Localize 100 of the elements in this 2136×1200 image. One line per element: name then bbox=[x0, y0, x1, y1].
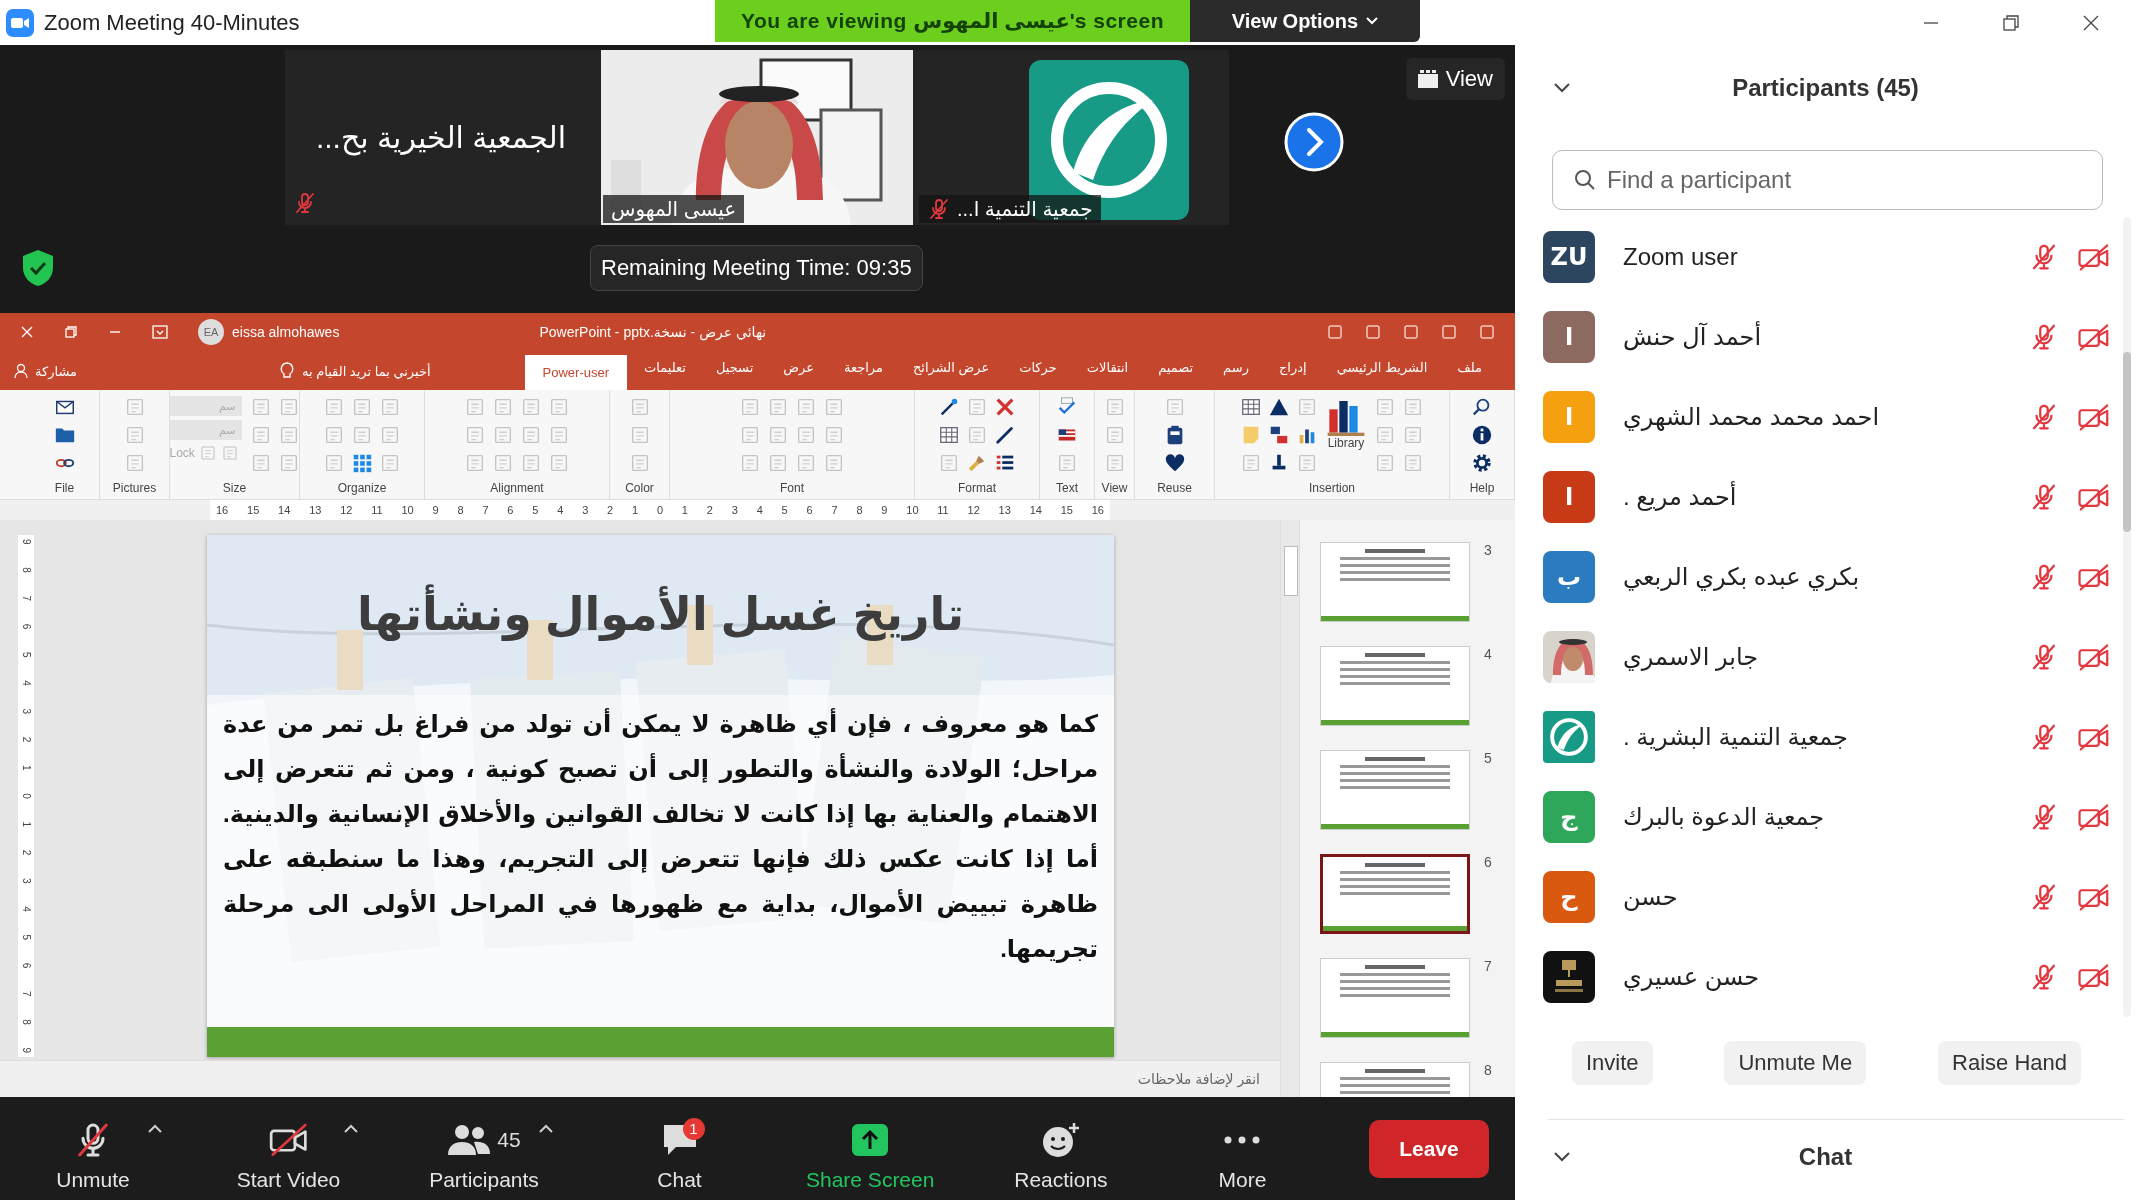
greyed-tool-icon[interactable] bbox=[548, 424, 570, 446]
participants-button[interactable]: 45 Participants bbox=[429, 1105, 539, 1192]
greyed-tool-icon[interactable] bbox=[795, 396, 817, 418]
scrollbar[interactable] bbox=[2123, 217, 2131, 1017]
greyed-tool-icon[interactable] bbox=[323, 424, 345, 446]
greyed-tool-icon[interactable] bbox=[492, 424, 514, 446]
greyed-tool-icon[interactable] bbox=[1374, 452, 1396, 474]
greyed-tool-icon[interactable] bbox=[1402, 452, 1424, 474]
ribbon-tab[interactable]: تصميم bbox=[1145, 355, 1207, 390]
greyed-tool-icon[interactable] bbox=[1056, 452, 1078, 474]
view-options-button[interactable]: View Options bbox=[1190, 0, 1420, 42]
view-button[interactable]: View bbox=[1405, 58, 1505, 100]
ribbon-tab[interactable]: رسم bbox=[1210, 355, 1262, 390]
ribbon-tab[interactable]: ملف bbox=[1444, 355, 1495, 390]
share-button[interactable]: Share Screen bbox=[806, 1105, 935, 1192]
greyed-tool-icon[interactable] bbox=[492, 396, 514, 418]
ribbon-display-icon[interactable] bbox=[152, 324, 168, 339]
greyed-tool-icon[interactable] bbox=[739, 424, 761, 446]
greyed-tool-icon[interactable] bbox=[966, 396, 988, 418]
pen-icon[interactable] bbox=[994, 424, 1016, 446]
greyed-tool-icon[interactable] bbox=[795, 452, 817, 474]
panel-button[interactable]: Invite bbox=[1572, 1041, 1653, 1085]
gear-icon[interactable] bbox=[1471, 452, 1493, 474]
reactions-button[interactable]: Reactions bbox=[1005, 1105, 1116, 1192]
greyed-tool-icon[interactable] bbox=[823, 424, 845, 446]
greyed-tool-icon[interactable] bbox=[379, 424, 401, 446]
search-field[interactable]: Find a participant bbox=[1552, 150, 2103, 210]
greyed-tool-icon[interactable] bbox=[323, 452, 345, 474]
caret-icon[interactable] bbox=[343, 1123, 358, 1133]
greyed-tool-icon[interactable] bbox=[823, 396, 845, 418]
greyed-tool-icon[interactable] bbox=[220, 444, 239, 462]
greyed-tool-icon[interactable] bbox=[1402, 424, 1424, 446]
ribbon-tab[interactable]: حركات bbox=[1006, 355, 1070, 390]
greyed-tool-icon[interactable] bbox=[767, 396, 789, 418]
caret-icon[interactable] bbox=[539, 1123, 553, 1133]
more-button[interactable]: More bbox=[1187, 1105, 1298, 1192]
greyed-tool-icon[interactable] bbox=[323, 396, 345, 418]
restore-icon[interactable] bbox=[64, 324, 78, 339]
heart-icon[interactable] bbox=[1163, 452, 1186, 474]
greyed-tool-icon[interactable] bbox=[520, 396, 542, 418]
greyed-tool-icon[interactable] bbox=[1296, 396, 1318, 418]
greyed-tool-icon[interactable] bbox=[464, 396, 486, 418]
greyed-tool-icon[interactable] bbox=[379, 452, 401, 474]
greyed-tool-icon[interactable] bbox=[1374, 396, 1396, 418]
greyed-tool-icon[interactable] bbox=[464, 452, 486, 474]
shapes-icon[interactable] bbox=[1268, 424, 1290, 446]
panel-button[interactable]: Unmute Me bbox=[1724, 1041, 1867, 1085]
greyed-tool-icon[interactable] bbox=[795, 424, 817, 446]
table-icon[interactable] bbox=[1240, 396, 1262, 418]
grid-icon[interactable] bbox=[351, 452, 373, 474]
greyed-tool-icon[interactable] bbox=[767, 452, 789, 474]
table-icon[interactable] bbox=[938, 424, 960, 446]
leave-button[interactable]: Leave bbox=[1368, 1119, 1489, 1178]
ribbon-tab[interactable]: Power-user bbox=[524, 355, 628, 390]
quick-access-icon[interactable] bbox=[1403, 323, 1419, 340]
greyed-tool-icon[interactable] bbox=[548, 396, 570, 418]
ribbon-tab[interactable]: تعليمات bbox=[631, 355, 699, 390]
greyed-tool-icon[interactable] bbox=[966, 424, 988, 446]
greyed-tool-icon[interactable] bbox=[520, 424, 542, 446]
greyed-tool-icon[interactable] bbox=[1240, 452, 1262, 474]
ribbon-tab[interactable]: تسجيل bbox=[702, 355, 767, 390]
scrollbar[interactable] bbox=[1280, 520, 1300, 1097]
tools-icon[interactable] bbox=[994, 396, 1016, 418]
ribbon-tab[interactable]: عرض bbox=[770, 355, 827, 390]
quick-access-icon[interactable] bbox=[1365, 323, 1381, 340]
ribbon-tab[interactable]: عرض الشرائح bbox=[899, 355, 1003, 390]
greyed-tool-icon[interactable] bbox=[1296, 452, 1318, 474]
greyed-tool-icon[interactable] bbox=[767, 424, 789, 446]
close-icon[interactable] bbox=[2082, 13, 2100, 32]
chevron-down-icon[interactable] bbox=[1553, 1151, 1571, 1163]
greyed-tool-icon[interactable] bbox=[548, 452, 570, 474]
caret-icon[interactable] bbox=[148, 1123, 162, 1133]
quick-access-icon[interactable] bbox=[1327, 323, 1343, 340]
greyed-tool-icon[interactable] bbox=[464, 424, 486, 446]
greyed-tool-icon[interactable] bbox=[520, 452, 542, 474]
greyed-tool-icon[interactable] bbox=[739, 452, 761, 474]
greyed-tool-icon[interactable] bbox=[379, 396, 401, 418]
greyed-tool-icon[interactable] bbox=[823, 452, 845, 474]
quick-access-icon[interactable] bbox=[1479, 323, 1495, 340]
ribbon-tab[interactable]: الشريط الرئيسي bbox=[1323, 355, 1441, 390]
ribbon-tab[interactable]: انتقالات bbox=[1073, 355, 1142, 390]
chevron-down-icon[interactable] bbox=[1553, 82, 1571, 94]
greyed-tool-icon[interactable] bbox=[351, 424, 373, 446]
greyed-tool-icon[interactable] bbox=[739, 396, 761, 418]
mic-button[interactable]: Unmute bbox=[38, 1105, 148, 1192]
library-button[interactable]: Library bbox=[1326, 396, 1366, 481]
greyed-tool-icon[interactable] bbox=[938, 452, 960, 474]
info-icon[interactable] bbox=[1471, 424, 1493, 446]
greyed-tool-icon[interactable] bbox=[492, 452, 514, 474]
panel-button[interactable]: Raise Hand bbox=[1938, 1041, 2081, 1085]
wand-icon[interactable] bbox=[938, 396, 960, 418]
notes-placeholder[interactable]: انقر لإضافة ملاحظات bbox=[1137, 1071, 1260, 1087]
ribbon-tab[interactable]: إدراج bbox=[1265, 355, 1320, 390]
greyed-tool-icon[interactable] bbox=[351, 396, 373, 418]
greyed-tool-icon[interactable] bbox=[1402, 396, 1424, 418]
camera-button[interactable]: Start Video bbox=[233, 1105, 344, 1192]
restore-icon[interactable] bbox=[2002, 13, 2020, 32]
ribbon-tab[interactable]: مراجعة bbox=[830, 355, 896, 390]
slide-thumbnail[interactable] bbox=[1320, 854, 1470, 934]
greyed-tool-icon[interactable] bbox=[198, 444, 217, 462]
